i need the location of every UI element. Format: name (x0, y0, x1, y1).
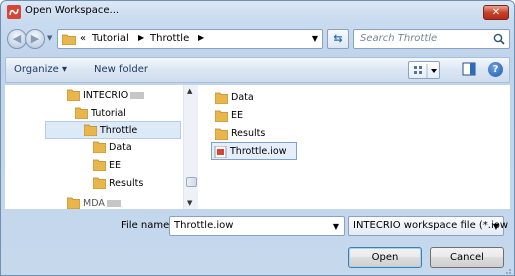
resize-grip-icon[interactable] (502, 265, 512, 275)
back-button[interactable]: ◀ (7, 29, 27, 49)
folder-icon (93, 141, 106, 153)
search-box[interactable]: Search Throttle (353, 29, 510, 49)
navigation-pane: INTECRIO Tutorial Throttle Data EE Resul… (5, 85, 199, 209)
redacted-mark (130, 92, 145, 99)
back-arrow-icon: ◀ (12, 32, 22, 45)
folder-icon (84, 124, 97, 136)
forward-button[interactable]: ▶ (25, 29, 45, 49)
close-button[interactable]: ✕ (483, 5, 509, 20)
file-item-label: Throttle.iow (230, 146, 287, 157)
folder-icon (93, 177, 106, 189)
folder-icon (215, 92, 228, 104)
file-item-label: Data (231, 92, 254, 103)
redacted-mark (106, 200, 121, 207)
search-input[interactable]: Search Throttle (360, 33, 437, 44)
dialog-footer: File name: Throttle.iow ▼ INTECRIO works… (1, 211, 514, 276)
tree-scrollbar[interactable]: ▲ ▼ (183, 85, 198, 209)
file-type-value: INTECRIO workspace file (*.iow (353, 220, 509, 231)
organize-menu[interactable]: Organize ▾ (14, 64, 67, 75)
title-bar: Open Workspace... ✕ (1, 1, 514, 23)
preview-pane-icon[interactable] (462, 62, 476, 76)
file-name-field[interactable]: Throttle.iow ▼ (169, 216, 345, 236)
file-name-input[interactable]: Throttle.iow (174, 220, 233, 231)
tree-item-label: Tutorial (91, 108, 126, 119)
tree-item-label: EE (109, 160, 122, 171)
forward-arrow-icon: ▶ (30, 32, 40, 45)
address-bar[interactable]: « Tutorial ▶ Throttle ▶ ▼ (57, 29, 323, 49)
cancel-button[interactable]: Cancel (430, 247, 504, 268)
breadcrumb-separator-icon[interactable]: ▶ (138, 33, 144, 42)
breadcrumb-separator-icon[interactable]: ▶ (198, 33, 204, 42)
folder-icon (93, 159, 106, 171)
refresh-button[interactable]: ⇆ (327, 29, 349, 49)
workspace-file-icon (214, 146, 227, 158)
breadcrumb-tutorial[interactable]: Tutorial (92, 33, 129, 44)
recent-locations-dropdown[interactable]: ▼ (47, 34, 52, 42)
window-title: Open Workspace... (25, 5, 120, 16)
change-view-button[interactable] (408, 61, 440, 79)
breadcrumb-throttle[interactable]: Throttle (150, 33, 189, 44)
refresh-icon: ⇆ (333, 32, 343, 45)
close-icon: ✕ (491, 7, 501, 18)
file-item-throttle-iow[interactable]: Throttle.iow (211, 142, 297, 160)
navigation-bar: ◀ ▶ ▼ « Tutorial ▶ Throttle ▶ ▼ ⇆ Search… (1, 27, 514, 51)
tree-item-label: Throttle (100, 125, 138, 136)
folder-icon (215, 128, 228, 140)
open-workspace-dialog: Open Workspace... ✕ ◀ ▶ ▼ « Tutorial ▶ T… (0, 0, 515, 276)
folder-icon (67, 197, 80, 209)
tree-item-label: INTECRIO (83, 90, 129, 101)
tree-item-label: Results (109, 178, 144, 189)
file-list: Data EE Results Throttle.iow (209, 85, 505, 209)
content-area: INTECRIO Tutorial Throttle Data EE Resul… (5, 85, 510, 209)
folder-icon (62, 34, 76, 45)
file-name-label: File name: (121, 220, 173, 231)
new-folder-button[interactable]: New folder (94, 64, 148, 75)
chevron-down-icon[interactable]: ▼ (333, 222, 339, 231)
folder-icon (215, 110, 228, 122)
view-options-icon (414, 64, 437, 78)
folder-icon (75, 107, 88, 119)
chevron-down-icon[interactable]: ▼ (493, 222, 499, 231)
breadcrumb-overflow[interactable]: « (80, 33, 86, 44)
address-dropdown-icon[interactable]: ▼ (312, 34, 318, 43)
tree-item-label: Data (109, 142, 132, 153)
file-item-label: Results (231, 128, 266, 139)
folder-icon (67, 89, 80, 101)
file-type-select[interactable]: INTECRIO workspace file (*.iow ▼ (348, 216, 508, 236)
scroll-up-icon[interactable]: ▲ (187, 87, 192, 95)
app-icon (7, 5, 21, 19)
search-icon[interactable] (493, 33, 505, 45)
help-icon: ? (492, 64, 499, 75)
file-item-label: EE (231, 110, 244, 121)
scroll-down-icon[interactable]: ▼ (187, 199, 192, 207)
command-toolbar: Organize ▾ New folder ? (5, 57, 510, 83)
tree-item-throttle[interactable]: Throttle (45, 121, 181, 139)
scrollbar-thumb[interactable] (186, 177, 197, 187)
open-button[interactable]: Open (348, 247, 422, 268)
tree-item-label: MDA (83, 198, 105, 209)
help-button[interactable]: ? (488, 62, 503, 77)
